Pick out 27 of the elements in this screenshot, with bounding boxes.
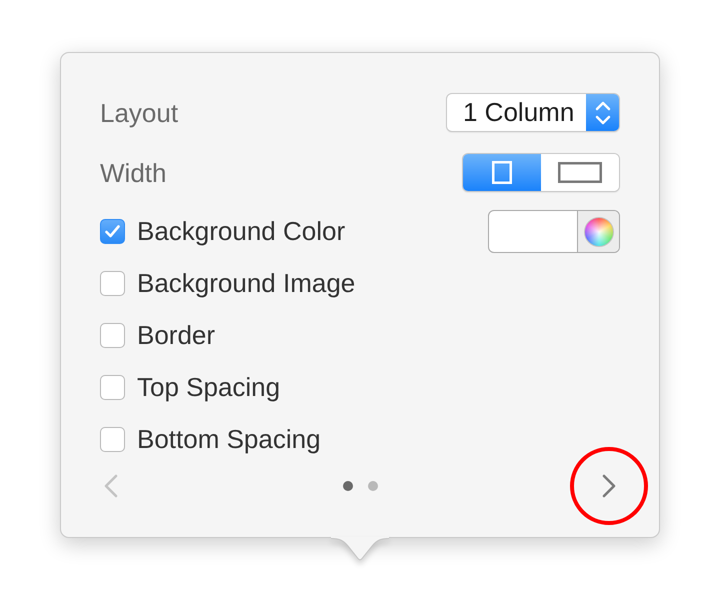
checkbox-label: Background Color <box>137 216 346 246</box>
checkbox-label: Top Spacing <box>137 372 280 402</box>
narrow-width-segment[interactable] <box>463 154 541 191</box>
field-label: Width <box>100 160 166 186</box>
color-well[interactable] <box>488 210 620 253</box>
checkbox[interactable] <box>100 427 125 452</box>
rectangle-outline-icon <box>558 162 602 183</box>
checkbox-label: Border <box>137 320 216 350</box>
checkbox[interactable] <box>100 375 125 400</box>
chevron-right-icon <box>602 474 616 498</box>
page-dot[interactable] <box>342 481 352 491</box>
checkbox-label: Background Image <box>137 268 356 298</box>
chevron-left-icon <box>104 474 118 498</box>
checkbox[interactable] <box>100 271 125 296</box>
wide-width-segment[interactable] <box>541 154 619 191</box>
color-wheel-icon <box>584 216 614 246</box>
field-label: Layout <box>100 100 178 126</box>
checkmark-icon <box>105 225 120 238</box>
layout-popup-button[interactable]: 1 Column <box>446 93 620 132</box>
next-page-button[interactable] <box>602 474 616 498</box>
up-down-chevrons-icon <box>586 94 619 131</box>
checkbox-label: Bottom Spacing <box>137 424 321 454</box>
page-dot[interactable] <box>368 481 378 491</box>
checkbox[interactable] <box>100 323 125 348</box>
square-outline-icon <box>492 161 512 184</box>
checkbox[interactable] <box>100 219 125 244</box>
color-panel-button[interactable] <box>577 211 619 252</box>
